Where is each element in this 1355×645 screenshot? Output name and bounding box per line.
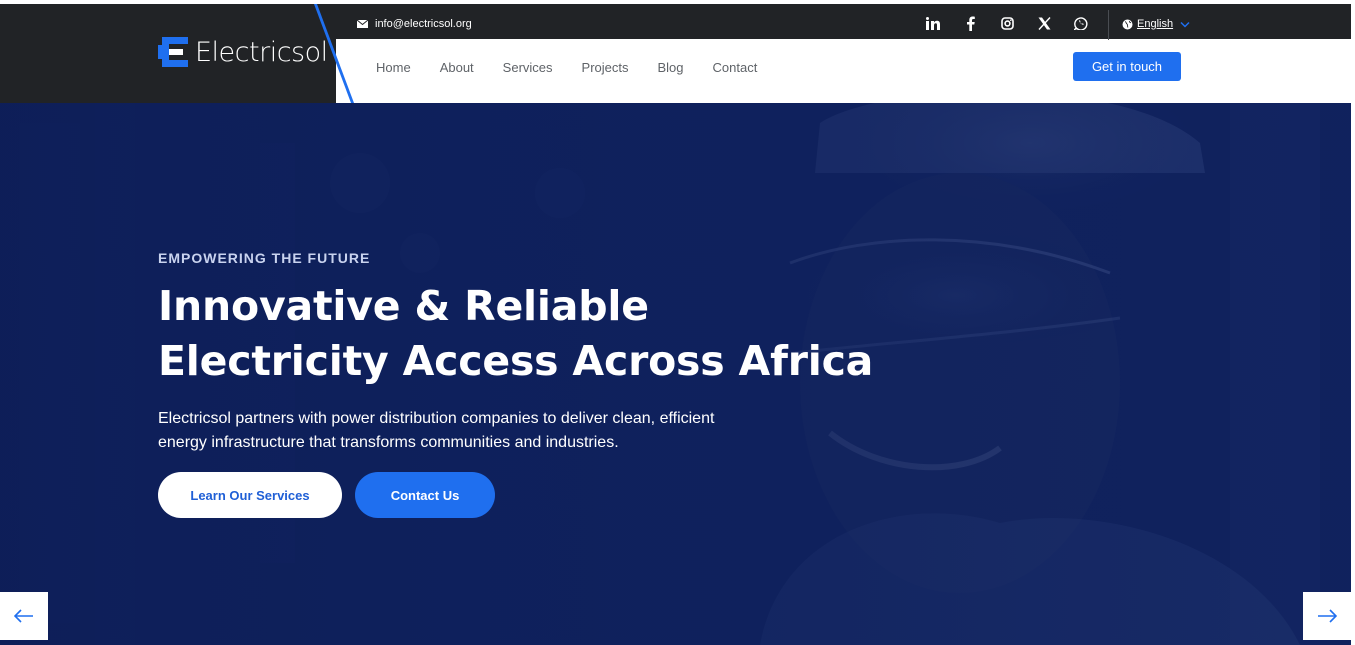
whatsapp-icon[interactable] [1073,14,1089,32]
language-selector[interactable]: English [1122,18,1190,30]
globe-icon [1122,19,1133,29]
x-icon[interactable] [1036,14,1052,32]
hero-section: EMPOWERING THE FUTURE Innovative & Relia… [0,103,1351,645]
slider-prev-button[interactable] [0,592,48,640]
language-label: English [1137,18,1174,30]
hero-eyebrow: EMPOWERING THE FUTURE [158,250,371,266]
linkedin-icon[interactable] [925,14,941,32]
nav-services[interactable]: Services [503,60,553,75]
hero-subtext: Electricsol partners with power distribu… [158,410,715,451]
main-nav: Home About Services Projects Blog Contac… [376,60,786,75]
slider-next-button[interactable] [1303,592,1351,640]
hero-headline: Innovative & Reliable Electricity Access… [158,282,874,385]
logo-mark-icon [158,37,188,67]
nav-contact[interactable]: Contact [713,60,758,75]
logo-text: Electricsol [195,36,328,68]
mail-icon [357,20,368,28]
facebook-icon[interactable] [962,14,978,32]
nav-home[interactable]: Home [376,60,411,75]
topbar-divider [1108,10,1109,40]
logo[interactable]: Electricsol [157,34,328,70]
page-edge [1351,0,1355,645]
arrow-left-icon [14,609,33,623]
arrow-right-icon [1318,609,1337,623]
nav-blog[interactable]: Blog [658,60,684,75]
nav-about[interactable]: About [440,60,474,75]
nav-projects[interactable]: Projects [582,60,629,75]
site-header: Electricsol info@electricsol.org English… [0,0,1355,103]
contact-us-button[interactable]: Contact Us [355,472,495,518]
learn-services-button[interactable]: Learn Our Services [158,472,342,518]
social-links [925,14,1110,32]
chevron-down-icon [1180,21,1190,28]
email-text: info@electricsol.org [375,18,472,30]
get-in-touch-button[interactable]: Get in touch [1073,52,1181,81]
topbar-email[interactable]: info@electricsol.org [357,18,472,30]
instagram-icon[interactable] [999,14,1015,32]
